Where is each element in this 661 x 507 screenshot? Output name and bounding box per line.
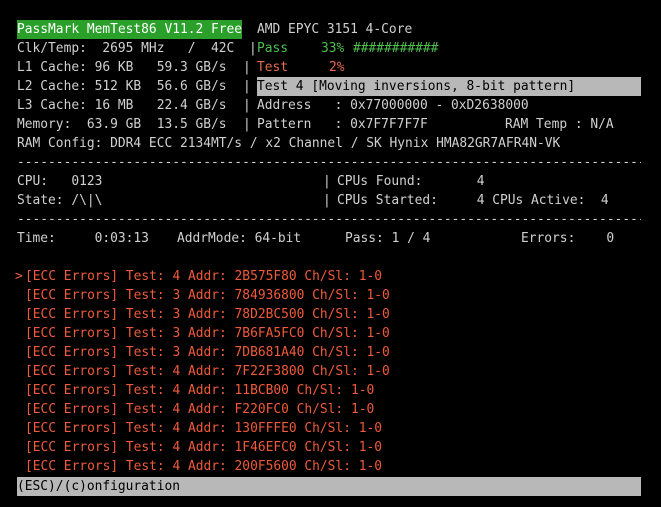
pass-label: Pass (257, 41, 289, 56)
header-row-3: L1 Cache: 96 KB 59.3 GB/s | Test 2% (17, 58, 345, 77)
selection-arrow-icon: > (15, 269, 23, 284)
column-separator: | (323, 174, 331, 189)
column-separator: | (243, 98, 251, 113)
error-log-entry[interactable]: [ECC Errors] Test: 4 Addr: 200F5600 Ch/S… (25, 457, 382, 476)
pass-count: Pass: 1 / 4 (345, 231, 431, 246)
column-separator: | (323, 193, 331, 208)
cpus-started: CPUs Started: 4 CPUs Active: 4 (337, 193, 609, 208)
cpu-row-2: State: /\|\ | CPUs Started: 4 CPUs Activ… (17, 191, 609, 210)
ram-config: RAM Config: DDR4 ECC 2134MT/s / x2 Chann… (17, 136, 561, 151)
error-log-entry[interactable]: [ECC Errors] Test: 3 Addr: 784936800 Ch/… (25, 286, 390, 305)
configuration-hint-bar[interactable]: (ESC)/(c)onfiguration (17, 477, 641, 496)
addr-mode: AddrMode: 64-bit (177, 231, 302, 246)
header-row-2: Clk/Temp: 2695 MHz / 42C | Pass 33% ####… (17, 39, 438, 58)
l1-cache: L1 Cache: 96 KB 59.3 GB/s (17, 60, 227, 75)
ram-temp: RAM Temp : N/A (505, 117, 614, 132)
error-log-entry[interactable]: [ECC Errors] Test: 3 Addr: 7DB681A40 Ch/… (25, 343, 390, 362)
header-row-6: Memory: 63.9 GB 13.5 GB/s | Pattern : 0x… (17, 115, 614, 134)
error-log-entry[interactable]: [ECC Errors] Test: 4 Addr: F220FC0 Ch/Sl… (25, 400, 374, 419)
l3-cache: L3 Cache: 16 MB 22.4 GB/s (17, 98, 227, 113)
column-separator: | (243, 79, 251, 94)
error-log-entry[interactable]: [ECC Errors] Test: 4 Addr: 7F22F3800 Ch/… (25, 362, 390, 381)
cpu-row-1: CPU: 0123 | CPUs Found: 4 (17, 172, 484, 191)
cpu-list: CPU: 0123 (17, 174, 103, 189)
cpu-state: State: /\|\ (17, 193, 103, 208)
current-test-banner: Test 4 [Moving inversions, 8-bit pattern… (257, 77, 641, 96)
cpu-name: AMD EPYC 3151 4-Core (257, 22, 413, 37)
error-count: Errors: 0 (521, 231, 615, 246)
error-log-entry[interactable]: [ECC Errors] Test: 4 Addr: 130FFFE0 Ch/S… (25, 419, 382, 438)
error-log-entry[interactable]: [ECC Errors] Test: 4 Addr: 2B575F80 Ch/S… (25, 267, 382, 286)
l2-cache: L2 Cache: 512 KB 56.6 GB/s (17, 79, 227, 94)
column-separator: | (243, 60, 251, 75)
column-separator: | (243, 117, 251, 132)
memory-info: Memory: 63.9 GB 13.5 GB/s (17, 117, 227, 132)
pass-progress-bar: ########### (353, 41, 439, 56)
error-log-entry[interactable]: [ECC Errors] Test: 3 Addr: 78D2BC500 Ch/… (25, 305, 390, 324)
column-separator: | (249, 41, 257, 56)
error-log-entry[interactable]: [ECC Errors] Test: 4 Addr: 1F46EFC0 Ch/S… (25, 438, 382, 457)
header-row-5: L3 Cache: 16 MB 22.4 GB/s | Address : 0x… (17, 96, 529, 115)
divider: ----------------------------------------… (17, 155, 641, 170)
status-row: Time: 0:03:13 AddrMode: 64-bit Pass: 1 /… (17, 229, 614, 248)
clk-temp: Clk/Temp: 2695 MHz / 42C (17, 41, 235, 56)
test-percent: 2% (329, 60, 345, 75)
cpus-found: CPUs Found: 4 (337, 174, 485, 189)
header-row-1: PassMark MemTest86 V11.2 Free AMD EPYC 3… (17, 20, 412, 39)
pass-percent: 33% (321, 41, 345, 56)
ram-config-row: RAM Config: DDR4 ECC 2134MT/s / x2 Chann… (17, 134, 560, 153)
header-row-4: L2 Cache: 512 KB 56.6 GB/s | Test 4 [Mov… (17, 77, 641, 96)
elapsed-time: Time: 0:03:13 (17, 231, 149, 246)
app-title: PassMark MemTest86 V11.2 Free (17, 20, 243, 39)
pattern-value: Pattern : 0x7F7F7F7F (257, 117, 428, 132)
divider: ----------------------------------------… (17, 212, 641, 227)
test-label: Test (257, 60, 289, 75)
error-log-entry[interactable]: [ECC Errors] Test: 4 Addr: 11BCB00 Ch/Sl… (25, 381, 374, 400)
error-log-entry[interactable]: [ECC Errors] Test: 3 Addr: 7B6FA5FC0 Ch/… (25, 324, 390, 343)
address-range: Address : 0x77000000 - 0xD2638000 (257, 98, 529, 113)
